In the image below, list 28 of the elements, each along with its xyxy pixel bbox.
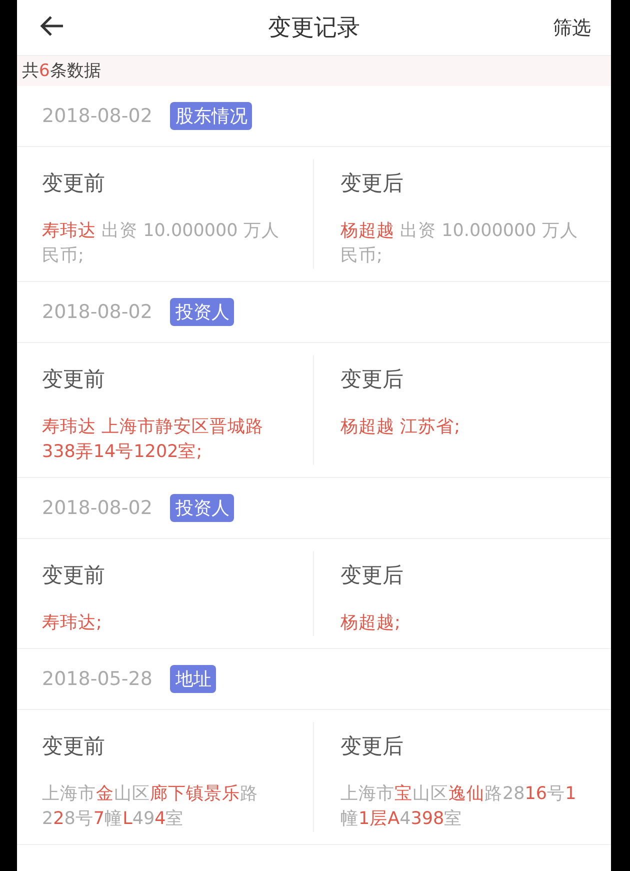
category-tag: 股东情况	[170, 102, 252, 130]
change-date: 2018-08-02	[42, 105, 152, 127]
before-value: 寿玮达 上海市静安区晋城路338弄14号1202室;	[42, 416, 265, 464]
category-tag: 地址	[170, 665, 216, 693]
record-count: 共6条数据	[22, 61, 101, 81]
after-value: 杨超越 江苏省;	[340, 416, 461, 439]
after-label: 变更后	[340, 562, 404, 589]
before-value: 寿玮达 出资 10.000000 万人民币;	[42, 220, 280, 268]
filter-link[interactable]: 筛选	[553, 14, 591, 40]
after-label: 变更后	[340, 366, 404, 393]
after-value: 杨超越;	[340, 612, 402, 635]
back-arrow-icon[interactable]	[39, 14, 65, 38]
change-date: 2018-08-02	[42, 497, 152, 519]
before-value: 寿玮达;	[42, 612, 103, 635]
after-value: 上海市宝山区逸仙路2816号1 幢1层A4398室	[340, 783, 578, 831]
category-tag: 投资人	[170, 494, 234, 522]
before-label: 变更前	[42, 366, 105, 393]
before-label: 变更前	[42, 170, 105, 197]
after-label: 变更后	[340, 733, 404, 760]
after-value: 杨超越 出资 10.000000 万人民币;	[340, 220, 579, 268]
category-tag: 投资人	[170, 298, 234, 326]
after-label: 变更后	[340, 170, 404, 197]
before-label: 变更前	[42, 733, 105, 760]
before-label: 变更前	[42, 562, 105, 589]
change-date: 2018-08-02	[42, 301, 152, 323]
page-title: 变更记录	[268, 14, 360, 43]
change-date: 2018-05-28	[42, 668, 152, 690]
before-value: 上海市金山区廊下镇景乐路228号7幢L494室	[42, 783, 259, 831]
